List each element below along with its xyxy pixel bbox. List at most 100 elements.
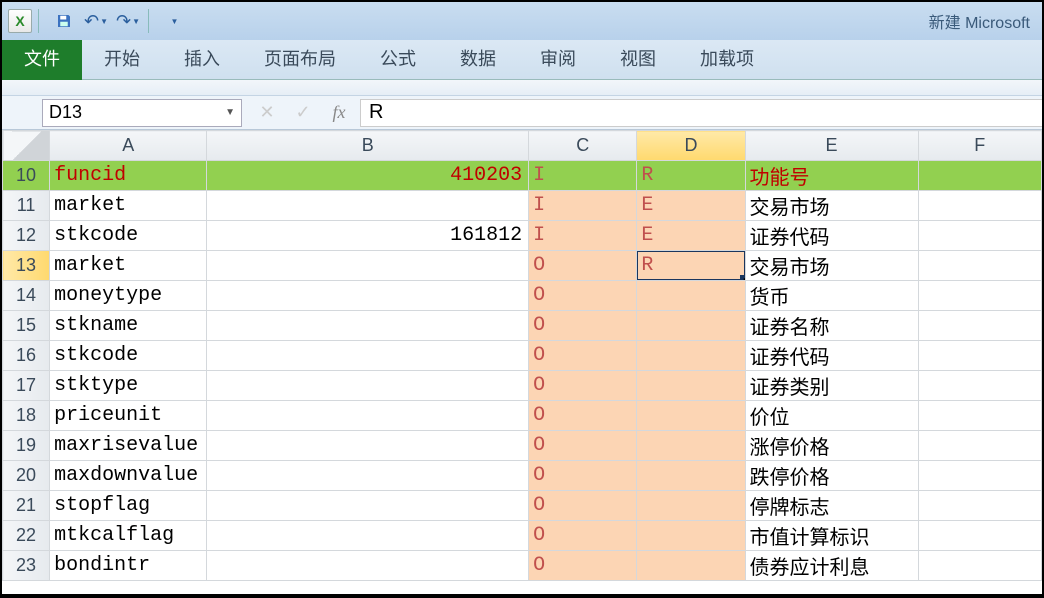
cell[interactable] [918,371,1042,401]
row-header[interactable]: 15 [3,311,50,341]
tab-addins[interactable]: 加载项 [678,35,776,79]
cell[interactable]: stkcode [50,341,207,371]
cell[interactable] [637,491,745,521]
cell[interactable] [918,431,1042,461]
enter-formula-button[interactable]: ✓ [292,102,314,123]
spreadsheet-grid[interactable]: A B C D E F 10funcid410203IR功能号11marketI… [2,130,1042,594]
cell[interactable]: 交易市场 [745,191,918,221]
cell[interactable]: E [637,191,745,221]
cell[interactable]: stktype [50,371,207,401]
cell[interactable] [207,311,529,341]
cell[interactable]: 交易市场 [745,251,918,281]
cell[interactable]: I [529,161,637,191]
cell[interactable]: market [50,191,207,221]
tab-file[interactable]: 文件 [2,35,82,80]
cell[interactable]: market [50,251,207,281]
column-header-B[interactable]: B [207,131,529,161]
cell[interactable]: O [529,521,637,551]
cell[interactable] [637,401,745,431]
row-header[interactable]: 20 [3,461,50,491]
excel-app-icon[interactable]: X [8,9,32,33]
column-header-C[interactable]: C [529,131,637,161]
row-header[interactable]: 17 [3,371,50,401]
cell[interactable] [207,371,529,401]
cell[interactable]: O [529,341,637,371]
cell[interactable] [637,341,745,371]
cell[interactable]: 证券代码 [745,341,918,371]
cell[interactable]: moneytype [50,281,207,311]
cell[interactable] [918,191,1042,221]
cell[interactable]: 证券代码 [745,221,918,251]
cell[interactable]: O [529,551,637,581]
cell[interactable] [207,491,529,521]
cell[interactable]: O [529,491,637,521]
cell[interactable]: R+ [637,251,745,281]
cell[interactable]: 涨停价格 [745,431,918,461]
row-header[interactable]: 11 [3,191,50,221]
cell[interactable]: stkcode [50,221,207,251]
cell[interactable]: bondintr [50,551,207,581]
cell[interactable]: 证券名称 [745,311,918,341]
column-header-F[interactable]: F [918,131,1042,161]
row-header[interactable]: 18 [3,401,50,431]
cell[interactable] [637,311,745,341]
cell[interactable] [637,521,745,551]
cell[interactable]: O [529,401,637,431]
cell[interactable] [918,221,1042,251]
cell[interactable] [918,491,1042,521]
cell[interactable] [918,281,1042,311]
cell[interactable] [207,251,529,281]
cell[interactable]: O [529,311,637,341]
cell[interactable]: I [529,221,637,251]
row-header[interactable]: 21 [3,491,50,521]
cell[interactable] [207,431,529,461]
cell[interactable]: 停牌标志 [745,491,918,521]
cell[interactable] [207,551,529,581]
cell[interactable]: maxrisevalue [50,431,207,461]
cell[interactable]: priceunit [50,401,207,431]
row-header[interactable]: 23 [3,551,50,581]
row-header[interactable]: 13 [3,251,50,281]
redo-button[interactable]: ↷▼ [114,8,142,34]
cell[interactable]: O [529,281,637,311]
formula-input[interactable]: R [360,99,1042,127]
cell[interactable] [918,311,1042,341]
tab-data[interactable]: 数据 [438,35,518,79]
cell[interactable] [918,161,1042,191]
tab-formulas[interactable]: 公式 [358,35,438,79]
cell[interactable]: 价位 [745,401,918,431]
cell[interactable] [918,251,1042,281]
tab-review[interactable]: 审阅 [518,35,598,79]
cell[interactable] [207,341,529,371]
row-header[interactable]: 19 [3,431,50,461]
row-header[interactable]: 22 [3,521,50,551]
select-all-corner[interactable] [3,131,50,161]
cell[interactable]: R [637,161,745,191]
cell[interactable] [637,431,745,461]
cell[interactable]: 证券类别 [745,371,918,401]
cell[interactable] [637,371,745,401]
cell[interactable]: stopflag [50,491,207,521]
name-box[interactable]: D13 ▼ [42,99,242,127]
cell[interactable]: O [529,371,637,401]
cell[interactable]: 货币 [745,281,918,311]
cell[interactable] [637,461,745,491]
cell[interactable] [637,551,745,581]
cell[interactable] [918,401,1042,431]
cell[interactable]: 410203 [207,161,529,191]
cell[interactable]: 161812 [207,221,529,251]
row-header[interactable]: 12 [3,221,50,251]
cell[interactable]: 跌停价格 [745,461,918,491]
cell[interactable] [207,191,529,221]
cell[interactable] [637,281,745,311]
tab-home[interactable]: 开始 [82,35,162,79]
cell[interactable] [207,461,529,491]
cell[interactable]: 功能号 [745,161,918,191]
tab-page-layout[interactable]: 页面布局 [242,35,358,79]
cell[interactable]: I [529,191,637,221]
row-header[interactable]: 14 [3,281,50,311]
save-button[interactable] [50,8,78,34]
tab-insert[interactable]: 插入 [162,35,242,79]
row-header[interactable]: 16 [3,341,50,371]
cell[interactable] [918,551,1042,581]
